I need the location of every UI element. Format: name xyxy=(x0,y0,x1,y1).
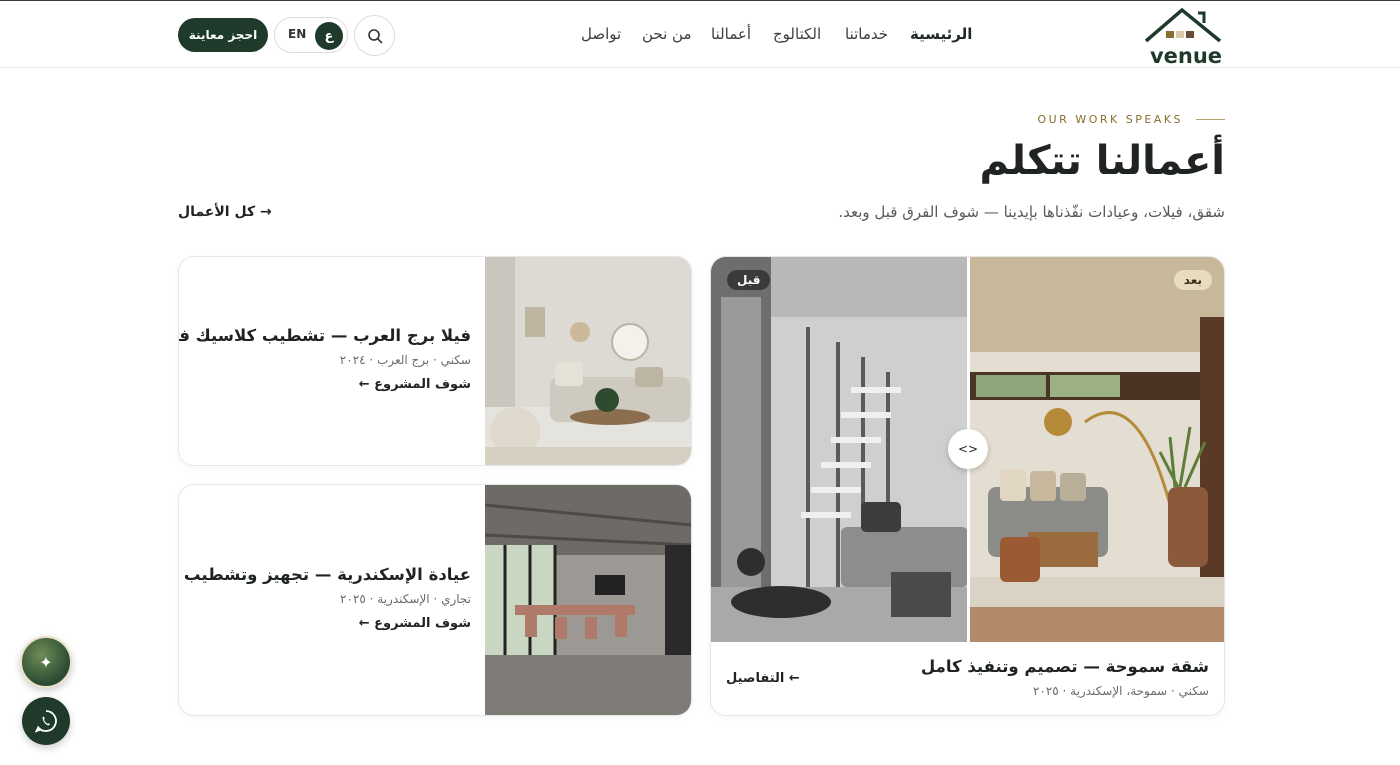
site-header: venue الرئيسية خدماتنا الكتالوج أعمالنا … xyxy=(0,0,1400,68)
all-works-link[interactable]: كل الأعمال → xyxy=(178,204,272,220)
after-badge: بعد xyxy=(1173,270,1212,290)
featured-project-card[interactable]: <> قبل بعد شقة سموحة — تصميم وتنفيذ كامل… xyxy=(710,256,1225,716)
nav-contact[interactable]: تواصل xyxy=(581,25,621,43)
section-title: أعمالنا تتكلم xyxy=(979,138,1225,184)
lang-ar-option[interactable]: ع xyxy=(315,22,343,50)
sparkle-icon: ✦ xyxy=(39,652,53,672)
language-switch[interactable]: EN ع xyxy=(274,17,348,53)
lang-en-option[interactable]: EN xyxy=(288,27,306,41)
whatsapp-icon xyxy=(34,710,57,733)
eyebrow-divider xyxy=(1196,119,1225,120)
assistant-button[interactable]: ✦ xyxy=(20,636,72,688)
nav-catalog[interactable]: الكتالوج xyxy=(773,25,821,43)
venue-logo[interactable]: venue xyxy=(1142,5,1226,67)
project-image xyxy=(485,485,691,715)
project-card[interactable]: فيلا برج العرب — تشطيب كلاسيك فاخر سكني … xyxy=(178,256,692,466)
nav-works[interactable]: أعمالنا xyxy=(711,25,751,43)
featured-meta: سكني · سموحة، الإسكندرية · ٢٠٢٥ xyxy=(1032,684,1209,698)
project-meta: سكني · برج العرب · ٢٠٢٤ xyxy=(339,353,471,367)
nav-services[interactable]: خدماتنا xyxy=(845,25,888,43)
before-badge: قبل xyxy=(727,270,771,290)
project-title: فيلا برج العرب — تشطيب كلاسيك فاخر xyxy=(178,326,471,345)
search-icon xyxy=(367,28,382,43)
project-title: عيادة الإسكندرية — تجهيز وتشطيب xyxy=(183,565,471,584)
before-image xyxy=(711,257,968,642)
nav-about[interactable]: من نحن xyxy=(642,25,692,43)
project-link[interactable]: شوف المشروع ← xyxy=(179,377,471,392)
project-link[interactable]: شوف المشروع ← xyxy=(184,616,471,631)
featured-title: شقة سموحة — تصميم وتنفيذ كامل xyxy=(920,657,1209,676)
compare-slider-handle[interactable]: <> xyxy=(948,429,988,469)
project-image xyxy=(485,257,691,465)
after-image xyxy=(970,257,1224,642)
book-inspection-button[interactable]: احجز معاينة xyxy=(178,18,268,52)
section-eyebrow: OUR WORK SPEAKS xyxy=(1037,113,1183,126)
project-card[interactable]: عيادة الإسكندرية — تجهيز وتشطيب تجاري · … xyxy=(178,484,692,716)
section-subtitle: شقق، فيلات، وعيادات نفّذناها بإيدينا — ش… xyxy=(838,203,1225,221)
featured-details-link[interactable]: التفاصيل ← xyxy=(726,671,800,686)
whatsapp-button[interactable] xyxy=(22,697,70,745)
project-meta: تجاري · الإسكندرية · ٢٠٢٥ xyxy=(340,592,471,606)
search-button[interactable] xyxy=(354,15,395,56)
logo-wordmark: venue xyxy=(1150,44,1222,67)
nav-home[interactable]: الرئيسية xyxy=(910,25,972,43)
